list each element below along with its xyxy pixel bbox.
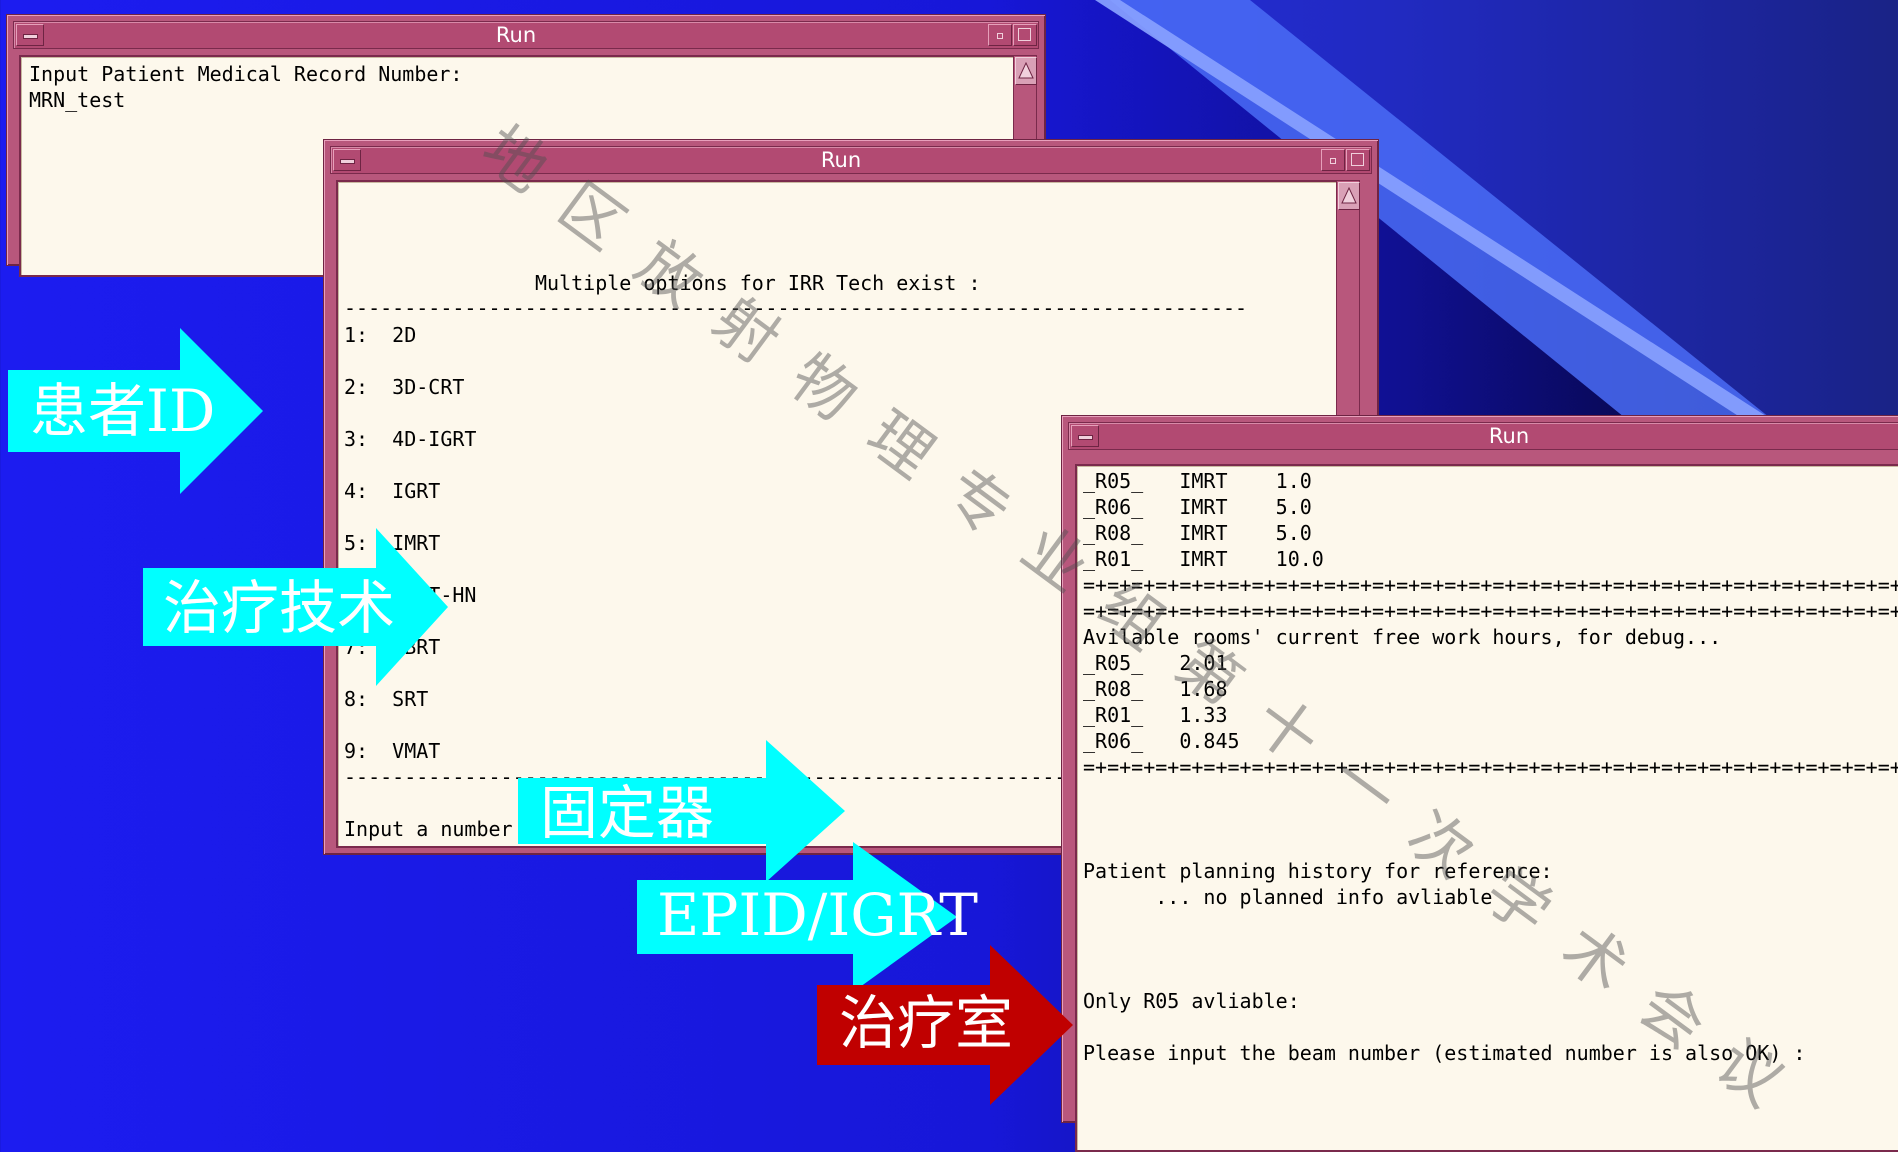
terminal-line: _R05_ IMRT 1.0 [1083,469,1312,493]
tech-input-prompt: Input a number [344,817,513,841]
callout-label: 患者ID [30,377,216,445]
terminal-line: _R05_ 2.01 [1083,651,1228,675]
minimize-button[interactable] [988,24,1012,46]
terminal-line: Input Patient Medical Record Number: [29,62,463,86]
callout-label: 治疗技术 [163,574,396,642]
tech-options-heading: Multiple options for IRR Tech exist : [535,271,981,295]
window-menu-button[interactable] [1071,425,1099,447]
window-menu-button[interactable] [16,24,44,46]
terminal-line: ​ [1083,806,1898,832]
rooms-window-titlebar[interactable]: Run [1068,422,1898,450]
tech-option-srt: 8: SRT [344,687,429,711]
terminal-line: _R01_ 1.33 [1083,703,1228,727]
minimize-button[interactable] [1321,149,1345,171]
terminal-line: ... no planned info avliable [1083,885,1493,909]
terminal-line: ​ [1083,936,1898,962]
terminal-line: Avilable rooms' current free work hours,… [1083,625,1722,649]
tech-input-answer: 5 [344,842,356,846]
tech-window-title: Run [820,148,862,172]
terminal-line: ​ [1083,910,1898,936]
callout-arrow-treatment-technique: 治疗技术 [143,528,448,686]
window-menu-button[interactable] [333,149,361,171]
terminal-line: _R01_ IMRT 10.0 [1083,547,1324,571]
rooms-run-window[interactable]: Run _R05_ IMRT 1.0 _R06_ IMRT 5.0 _R08_ … [1061,415,1898,1152]
callout-label: EPID/IGRT [657,881,978,949]
rooms-terminal-output[interactable]: _R05_ IMRT 1.0 _R06_ IMRT 5.0 _R08_ IMRT… [1075,464,1898,1152]
terminal-separator: =+=+=+=+=+=+=+=+=+=+=+=+=+=+=+=+=+=+=+=+… [1083,755,1898,779]
terminal-line: ​ [1083,832,1898,858]
terminal-separator: =+=+=+=+=+=+=+=+=+=+=+=+=+=+=+=+=+=+=+=+… [1083,573,1898,597]
terminal-line: ​ [1083,962,1898,988]
mrn-window-titlebar[interactable]: Run [13,21,1039,49]
terminal-line: _R06_ IMRT 5.0 [1083,495,1312,519]
terminal-line: Please input the beam number (estimated … [1083,1041,1806,1065]
callout-label: 治疗室 [839,989,1014,1057]
terminal-line: ​ [1083,780,1898,806]
terminal-line: _R08_ 1.68 [1083,677,1228,701]
callout-arrow-treatment-room: 治疗室 [817,945,1073,1105]
tech-option-vmat: 9: VMAT [344,739,441,763]
terminal-line: ​ [1083,1014,1898,1040]
tech-option-igrt: 4: IGRT [344,479,441,503]
callout-arrow-patient-id: 患者ID [8,328,263,494]
terminal-line: Only R05 avliable: [1083,989,1300,1013]
terminal-line: Patient planning history for reference: [1083,859,1553,883]
scroll-up-arrow-icon[interactable] [1338,182,1360,210]
callout-label: 固定器 [540,779,715,847]
tech-option-4d-igrt: 3: 4D-IGRT [344,427,477,451]
terminal-line: MRN_test [29,88,126,112]
scroll-up-arrow-icon[interactable] [1015,57,1037,85]
mrn-window-title: Run [495,23,537,47]
maximize-button[interactable] [1346,149,1370,171]
terminal-line: _R08_ IMRT 5.0 [1083,521,1312,545]
tech-window-titlebar[interactable]: Run [330,146,1372,174]
terminal-separator: ----------------------------------------… [344,296,1244,320]
tech-option-2d: 1: 2D [344,323,417,347]
terminal-line: _R06_ 0.845 [1083,729,1240,753]
maximize-button[interactable] [1013,24,1037,46]
tech-option-3d-crt: 2: 3D-CRT [344,375,465,399]
rooms-window-title: Run [1488,424,1530,448]
terminal-separator: =+=+=+=+=+=+=+=+=+=+=+=+=+=+=+=+=+=+=+=+… [1083,599,1898,623]
